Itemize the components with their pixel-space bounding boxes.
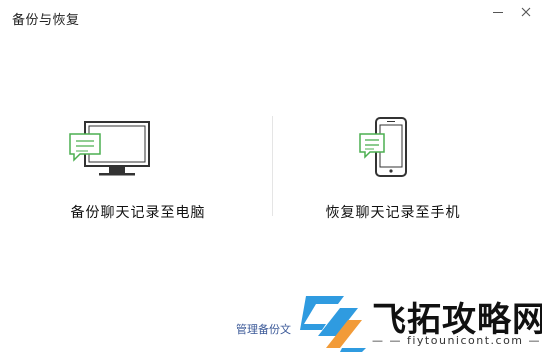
minimize-icon xyxy=(493,11,503,13)
computer-icon xyxy=(69,121,150,176)
manage-backup-link[interactable]: 管理备份文 xyxy=(236,321,291,337)
divider xyxy=(272,116,273,216)
site-watermark: 飞拓攻略网 — — fiytounicont.com — — xyxy=(296,290,542,352)
close-button[interactable] xyxy=(514,2,538,22)
restore-to-phone-label: 恢复聊天记录至手机 xyxy=(325,205,461,221)
minimize-button[interactable] xyxy=(486,2,510,22)
backup-to-pc-option[interactable]: 备份聊天记录至电脑 xyxy=(23,112,253,222)
restore-to-phone-option[interactable]: 恢复聊天记录至手机 xyxy=(278,112,508,222)
window-title: 备份与恢复 xyxy=(12,13,80,28)
backup-to-pc-label: 备份聊天记录至电脑 xyxy=(70,205,206,221)
close-icon xyxy=(521,7,531,17)
site-logo-icon xyxy=(300,296,366,352)
backup-restore-window: 备份与恢复 备份聊天记录至电脑 恢复聊天记录至手机 管理备份文 飞拓攻略网 — … xyxy=(0,0,542,352)
phone-icon xyxy=(359,117,407,177)
site-url: — — fiytounicont.com — — xyxy=(372,334,542,347)
